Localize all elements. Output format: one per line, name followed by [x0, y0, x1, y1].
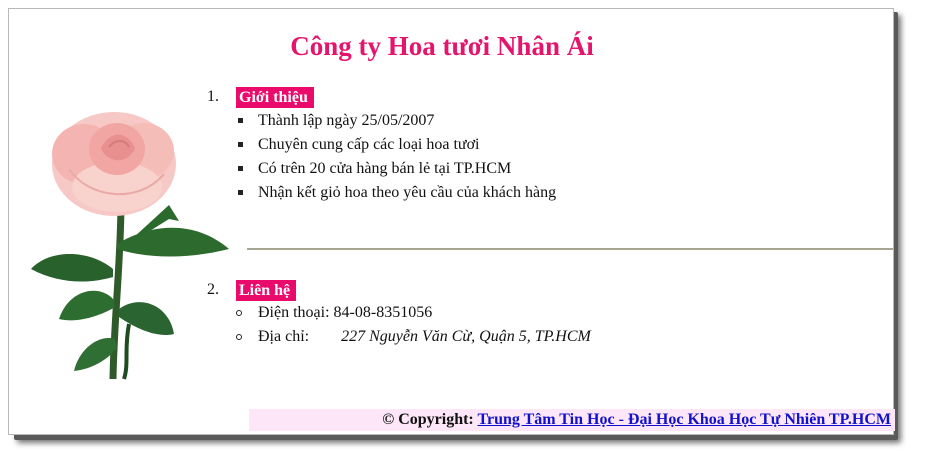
intro-item-founded: Thành lập ngày 25/05/2007 [236, 109, 556, 133]
footer-link[interactable]: Trung Tâm Tin Học - Đại Học Khoa Học Tự … [477, 411, 891, 428]
section1-number: 1. [207, 88, 219, 105]
footer-text: © Copyright: Trung Tâm Tin Học - Đại Học… [382, 411, 895, 428]
rose-image [31, 112, 229, 380]
section-divider [247, 248, 893, 250]
address-label: Địa chỉ: [258, 328, 310, 345]
intro-item-stores: Có trên 20 cửa hàng bán lẻ tại TP.HCM [236, 157, 556, 181]
contact-address: Địa chỉ: 227 Nguyễn Văn Cừ, Quận 5, TP.H… [236, 325, 591, 349]
phone-value: 84-08-8351056 [333, 304, 433, 321]
intro-list: Thành lập ngày 25/05/2007 Chuyên cung cấ… [236, 109, 556, 205]
copyright-label: © Copyright: [382, 411, 474, 428]
contact-phone: Điện thoại: 84-08-8351056 [236, 301, 591, 325]
intro-item-flowers: Chuyên cung cấp các loại hoa tươi [236, 133, 556, 157]
page-title: Công ty Hoa tươi Nhân Ái [290, 31, 594, 61]
section1-heading: Giới thiệu [236, 87, 314, 108]
section2-heading: Liên hệ [236, 280, 297, 301]
section2-number: 2. [207, 281, 219, 298]
phone-label: Điện thoại: [258, 304, 330, 321]
footer: © Copyright: Trung Tâm Tin Học - Đại Học… [249, 409, 895, 431]
page-frame: Công ty Hoa tươi Nhân Ái 1. Giới thiệu T… [8, 8, 895, 435]
intro-item-baskets: Nhận kết giỏ hoa theo yêu cầu của khách … [236, 181, 556, 205]
contact-list: Điện thoại: 84-08-8351056 Địa chỉ: 227 N… [236, 301, 591, 349]
address-value: 227 Nguyễn Văn Cừ, Quận 5, TP.HCM [341, 328, 591, 345]
